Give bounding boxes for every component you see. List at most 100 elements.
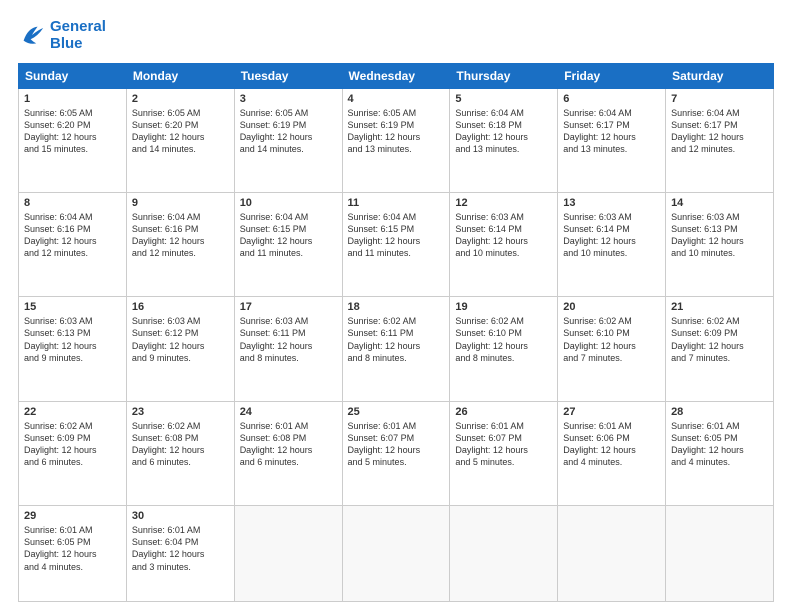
day-number: 10 <box>240 197 337 209</box>
day-number: 5 <box>455 93 552 105</box>
day-number: 17 <box>240 301 337 313</box>
calendar-day-cell: 5 Sunrise: 6:04 AM Sunset: 6:18 PM Daylig… <box>450 88 558 192</box>
day-number: 6 <box>563 93 660 105</box>
day-info: Sunrise: 6:04 AM Sunset: 6:18 PM Dayligh… <box>455 107 552 156</box>
day-number: 16 <box>132 301 229 313</box>
calendar-day-cell: 4 Sunrise: 6:05 AM Sunset: 6:19 PM Daylig… <box>342 88 450 192</box>
day-number: 22 <box>24 406 121 418</box>
calendar-day-cell: 16 Sunrise: 6:03 AM Sunset: 6:12 PM Dayli… <box>126 297 234 401</box>
calendar-day-cell: 2 Sunrise: 6:05 AM Sunset: 6:20 PM Daylig… <box>126 88 234 192</box>
calendar-week-row: 29Sunrise: 6:01 AM Sunset: 6:05 PM Dayli… <box>19 506 774 602</box>
calendar-table: SundayMondayTuesdayWednesdayThursdayFrid… <box>18 63 774 603</box>
day-info: Sunrise: 6:04 AM Sunset: 6:16 PM Dayligh… <box>24 211 121 260</box>
calendar-header-wednesday: Wednesday <box>342 63 450 88</box>
day-number: 30 <box>132 510 229 522</box>
day-number: 1 <box>24 93 121 105</box>
day-number: 14 <box>671 197 768 209</box>
calendar-day-cell: 15 Sunrise: 6:03 AM Sunset: 6:13 PM Dayli… <box>19 297 127 401</box>
day-number: 19 <box>455 301 552 313</box>
header: General Blue <box>18 18 774 53</box>
day-number: 28 <box>671 406 768 418</box>
calendar-day-cell: 26Sunrise: 6:01 AM Sunset: 6:07 PM Dayli… <box>450 401 558 505</box>
calendar-day-cell: 17 Sunrise: 6:03 AM Sunset: 6:11 PM Dayli… <box>234 297 342 401</box>
calendar-day-cell: 12Sunrise: 6:03 AM Sunset: 6:14 PM Dayli… <box>450 192 558 296</box>
day-info: Sunrise: 6:02 AM Sunset: 6:11 PM Dayligh… <box>348 315 445 364</box>
calendar-header-thursday: Thursday <box>450 63 558 88</box>
day-info: Sunrise: 6:02 AM Sunset: 6:08 PM Dayligh… <box>132 420 229 469</box>
calendar-week-row: 15 Sunrise: 6:03 AM Sunset: 6:13 PM Dayli… <box>19 297 774 401</box>
logo-text: General Blue <box>50 18 106 53</box>
day-info: Sunrise: 6:05 AM Sunset: 6:20 PM Dayligh… <box>24 107 121 156</box>
day-info: Sunrise: 6:03 AM Sunset: 6:12 PM Dayligh… <box>132 315 229 364</box>
calendar-week-row: 22 Sunrise: 6:02 AM Sunset: 6:09 PM Dayli… <box>19 401 774 505</box>
calendar-day-cell: 13 Sunrise: 6:03 AM Sunset: 6:14 PM Dayli… <box>558 192 666 296</box>
day-number: 24 <box>240 406 337 418</box>
calendar-day-cell: 21Sunrise: 6:02 AM Sunset: 6:09 PM Dayli… <box>666 297 774 401</box>
day-number: 8 <box>24 197 121 209</box>
day-info: Sunrise: 6:01 AM Sunset: 6:06 PM Dayligh… <box>563 420 660 469</box>
calendar-day-cell: 23 Sunrise: 6:02 AM Sunset: 6:08 PM Dayli… <box>126 401 234 505</box>
day-info: Sunrise: 6:02 AM Sunset: 6:09 PM Dayligh… <box>24 420 121 469</box>
calendar-day-cell: 14 Sunrise: 6:03 AM Sunset: 6:13 PM Dayli… <box>666 192 774 296</box>
day-number: 11 <box>348 197 445 209</box>
day-number: 7 <box>671 93 768 105</box>
day-info: Sunrise: 6:03 AM Sunset: 6:11 PM Dayligh… <box>240 315 337 364</box>
calendar-day-cell <box>666 506 774 602</box>
day-number: 23 <box>132 406 229 418</box>
calendar-header-monday: Monday <box>126 63 234 88</box>
calendar-day-cell: 27 Sunrise: 6:01 AM Sunset: 6:06 PM Dayli… <box>558 401 666 505</box>
day-info: Sunrise: 6:04 AM Sunset: 6:15 PM Dayligh… <box>348 211 445 260</box>
day-number: 2 <box>132 93 229 105</box>
day-info: Sunrise: 6:04 AM Sunset: 6:17 PM Dayligh… <box>563 107 660 156</box>
calendar-header-tuesday: Tuesday <box>234 63 342 88</box>
day-info: Sunrise: 6:02 AM Sunset: 6:10 PM Dayligh… <box>563 315 660 364</box>
day-info: Sunrise: 6:03 AM Sunset: 6:14 PM Dayligh… <box>563 211 660 260</box>
day-number: 20 <box>563 301 660 313</box>
day-info: Sunrise: 6:04 AM Sunset: 6:16 PM Dayligh… <box>132 211 229 260</box>
calendar-header-saturday: Saturday <box>666 63 774 88</box>
day-info: Sunrise: 6:03 AM Sunset: 6:13 PM Dayligh… <box>671 211 768 260</box>
calendar-day-cell: 3 Sunrise: 6:05 AM Sunset: 6:19 PM Daylig… <box>234 88 342 192</box>
calendar-day-cell <box>450 506 558 602</box>
day-info: Sunrise: 6:05 AM Sunset: 6:19 PM Dayligh… <box>240 107 337 156</box>
day-info: Sunrise: 6:04 AM Sunset: 6:17 PM Dayligh… <box>671 107 768 156</box>
page: General Blue SundayMondayTuesdayWednesda… <box>0 0 792 612</box>
calendar-week-row: 1 Sunrise: 6:05 AM Sunset: 6:20 PM Daylig… <box>19 88 774 192</box>
logo: General Blue <box>18 18 106 53</box>
day-number: 9 <box>132 197 229 209</box>
logo-icon <box>18 21 46 49</box>
day-info: Sunrise: 6:01 AM Sunset: 6:07 PM Dayligh… <box>455 420 552 469</box>
day-number: 13 <box>563 197 660 209</box>
calendar-day-cell: 8 Sunrise: 6:04 AM Sunset: 6:16 PM Daylig… <box>19 192 127 296</box>
day-number: 4 <box>348 93 445 105</box>
calendar-day-cell: 19 Sunrise: 6:02 AM Sunset: 6:10 PM Dayli… <box>450 297 558 401</box>
day-number: 21 <box>671 301 768 313</box>
calendar-week-row: 8 Sunrise: 6:04 AM Sunset: 6:16 PM Daylig… <box>19 192 774 296</box>
calendar-day-cell: 28 Sunrise: 6:01 AM Sunset: 6:05 PM Dayli… <box>666 401 774 505</box>
day-info: Sunrise: 6:02 AM Sunset: 6:10 PM Dayligh… <box>455 315 552 364</box>
day-info: Sunrise: 6:01 AM Sunset: 6:05 PM Dayligh… <box>671 420 768 469</box>
calendar-day-cell: 30 Sunrise: 6:01 AM Sunset: 6:04 PM Dayli… <box>126 506 234 602</box>
day-info: Sunrise: 6:05 AM Sunset: 6:19 PM Dayligh… <box>348 107 445 156</box>
day-info: Sunrise: 6:03 AM Sunset: 6:14 PM Dayligh… <box>455 211 552 260</box>
day-number: 27 <box>563 406 660 418</box>
calendar-day-cell <box>234 506 342 602</box>
day-info: Sunrise: 6:05 AM Sunset: 6:20 PM Dayligh… <box>132 107 229 156</box>
calendar-header-sunday: Sunday <box>19 63 127 88</box>
calendar-day-cell: 10 Sunrise: 6:04 AM Sunset: 6:15 PM Dayli… <box>234 192 342 296</box>
day-number: 18 <box>348 301 445 313</box>
day-info: Sunrise: 6:01 AM Sunset: 6:07 PM Dayligh… <box>348 420 445 469</box>
calendar-day-cell: 29Sunrise: 6:01 AM Sunset: 6:05 PM Dayli… <box>19 506 127 602</box>
day-number: 15 <box>24 301 121 313</box>
day-number: 3 <box>240 93 337 105</box>
day-info: Sunrise: 6:01 AM Sunset: 6:05 PM Dayligh… <box>24 524 121 573</box>
calendar-day-cell <box>558 506 666 602</box>
day-info: Sunrise: 6:03 AM Sunset: 6:13 PM Dayligh… <box>24 315 121 364</box>
day-info: Sunrise: 6:04 AM Sunset: 6:15 PM Dayligh… <box>240 211 337 260</box>
calendar-day-cell: 6 Sunrise: 6:04 AM Sunset: 6:17 PM Daylig… <box>558 88 666 192</box>
calendar-day-cell: 25Sunrise: 6:01 AM Sunset: 6:07 PM Dayli… <box>342 401 450 505</box>
day-info: Sunrise: 6:01 AM Sunset: 6:04 PM Dayligh… <box>132 524 229 573</box>
calendar-day-cell: 9 Sunrise: 6:04 AM Sunset: 6:16 PM Daylig… <box>126 192 234 296</box>
calendar-header-friday: Friday <box>558 63 666 88</box>
calendar-header-row: SundayMondayTuesdayWednesdayThursdayFrid… <box>19 63 774 88</box>
